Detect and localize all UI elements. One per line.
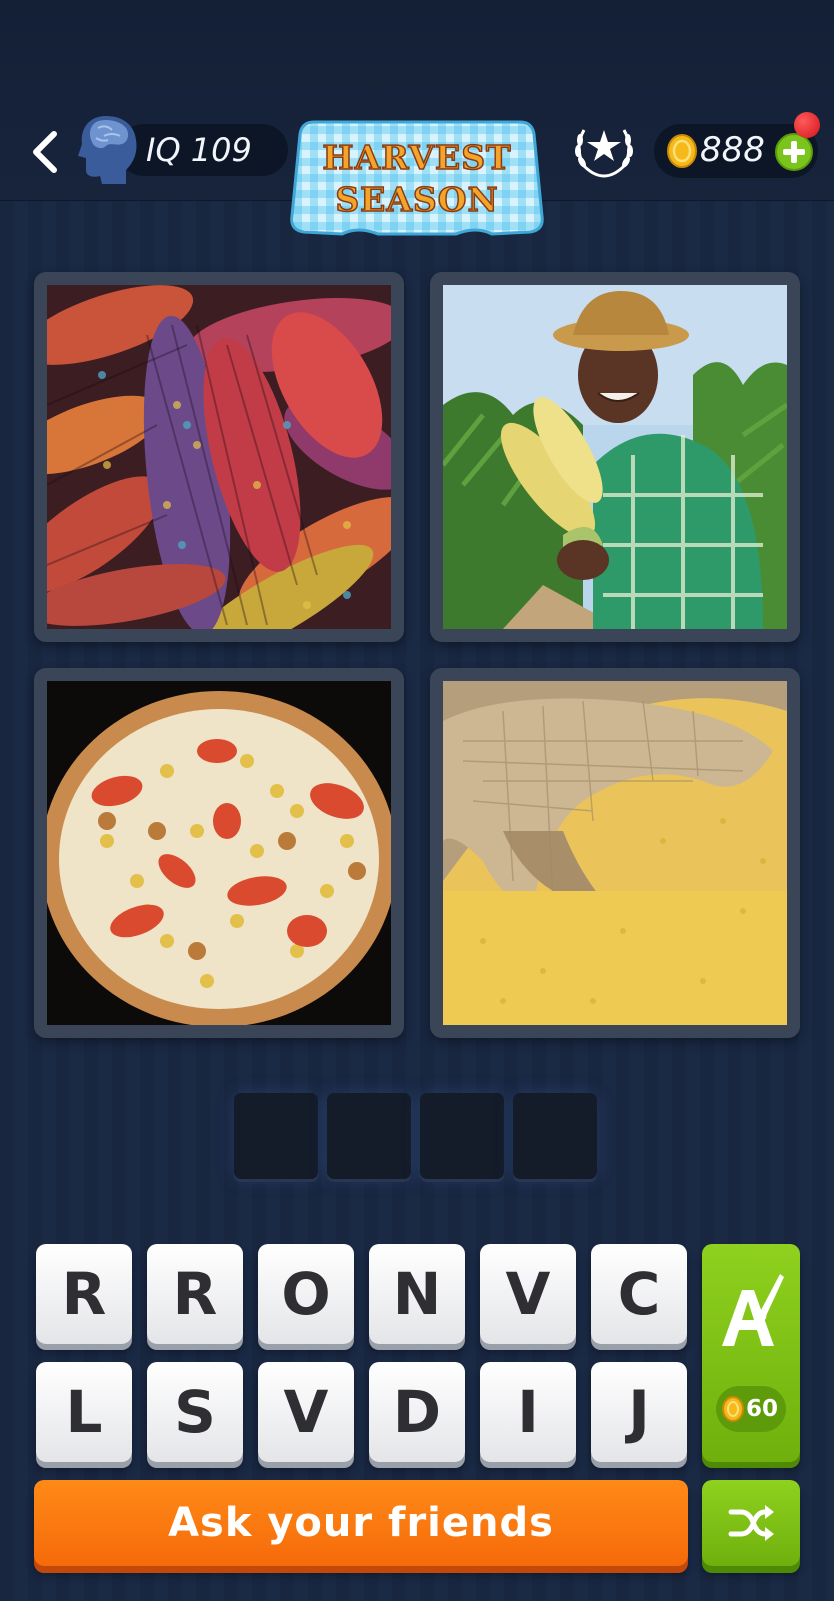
shuffle-button[interactable] [702, 1480, 800, 1566]
letter-key[interactable]: V [480, 1244, 576, 1344]
answer-slot[interactable] [234, 1093, 318, 1179]
letter-key[interactable]: V [258, 1362, 354, 1462]
letter-key[interactable]: J [591, 1362, 687, 1462]
farmer-with-corn-image [443, 285, 787, 629]
letter-key[interactable]: N [369, 1244, 465, 1344]
iq-score: IQ 109 [146, 131, 252, 169]
banner-title-line2: SEASON [335, 179, 499, 220]
letter-key[interactable]: R [147, 1244, 243, 1344]
banner-title-line1: HARVEST [322, 137, 512, 178]
laurel-star-icon[interactable] [570, 118, 638, 182]
ask-friends-button[interactable]: Ask your friends [34, 1480, 688, 1566]
letter-key[interactable]: I [480, 1362, 576, 1462]
letter-key[interactable]: O [258, 1244, 354, 1344]
letter-a-brush-icon [716, 1268, 786, 1358]
letter-key[interactable]: R [36, 1244, 132, 1344]
coin-icon [666, 133, 698, 169]
back-chevron-icon[interactable] [28, 128, 64, 176]
letter-key[interactable]: C [591, 1244, 687, 1344]
letter-key[interactable]: L [36, 1362, 132, 1462]
letter-key[interactable]: D [369, 1362, 465, 1462]
puzzle-image-1[interactable] [34, 272, 404, 642]
coin-balance: 888 [700, 130, 765, 170]
cornmeal-sack-image [443, 681, 787, 1025]
answer-slots [234, 1093, 600, 1179]
puzzle-image-2[interactable] [430, 272, 800, 642]
puzzle-image-3[interactable] [34, 668, 404, 1038]
coin-icon [721, 1395, 745, 1423]
answer-slot[interactable] [327, 1093, 411, 1179]
hint-price: 60 [746, 1396, 779, 1422]
colorful-corn-image [47, 285, 391, 629]
letter-key[interactable]: S [147, 1362, 243, 1462]
plus-icon[interactable] [774, 132, 814, 172]
corn-pizza-image [47, 681, 391, 1025]
notification-dot [794, 112, 820, 138]
brain-head-icon [76, 112, 140, 186]
shuffle-icon [727, 1502, 775, 1544]
puzzle-image-4[interactable] [430, 668, 800, 1038]
answer-slot[interactable] [513, 1093, 597, 1179]
answer-slot[interactable] [420, 1093, 504, 1179]
